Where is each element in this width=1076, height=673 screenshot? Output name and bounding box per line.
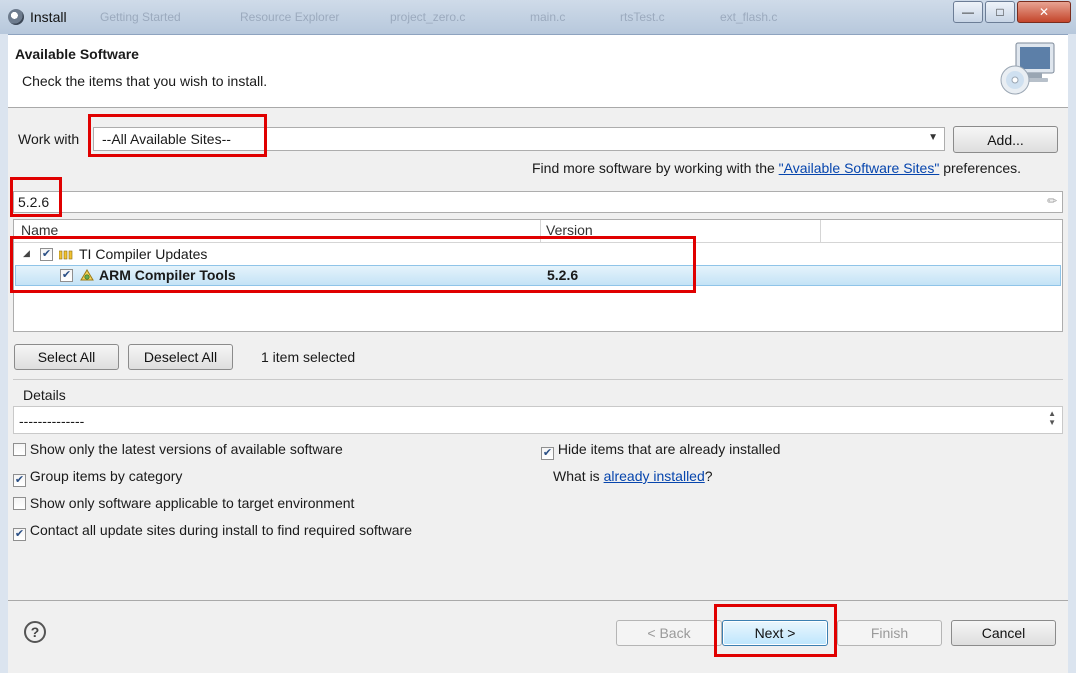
scroll-spinner-icon[interactable]: ▲ ▼ bbox=[1048, 409, 1056, 427]
table-row[interactable]: ◢ ✔ TI Compiler Updates bbox=[14, 244, 1060, 265]
details-divider bbox=[13, 379, 1063, 380]
row-version: 5.2.6 bbox=[547, 267, 579, 283]
what-is-prefix: What is bbox=[553, 468, 604, 484]
work-with-value: --All Available Sites-- bbox=[102, 131, 231, 147]
row-name: ARM Compiler Tools bbox=[99, 267, 236, 283]
background-tab: Resource Explorer bbox=[240, 10, 340, 24]
software-tree-table[interactable]: Name Version ◢ ✔ TI Compiler Updates ✔ A… bbox=[13, 219, 1063, 332]
install-cd-monitor-icon bbox=[1000, 42, 1055, 95]
available-software-sites-link[interactable]: "Available Software Sites" bbox=[779, 160, 940, 176]
minimize-button[interactable]: — bbox=[953, 1, 983, 23]
group-by-category-option[interactable]: ✔ Group items by category bbox=[13, 468, 182, 487]
target-env-label: Show only software applicable to target … bbox=[29, 495, 355, 511]
add-site-button[interactable]: Add... bbox=[953, 126, 1058, 153]
group-by-category-checkbox[interactable]: ✔ bbox=[13, 474, 26, 487]
dialog-header: Available Software Check the items that … bbox=[8, 35, 1068, 108]
contact-sites-checkbox[interactable]: ✔ bbox=[13, 528, 26, 541]
details-label: Details bbox=[23, 387, 66, 403]
column-header-version[interactable]: Version bbox=[546, 222, 593, 238]
page-description: Check the items that you wish to install… bbox=[22, 73, 268, 89]
hide-installed-checkbox[interactable]: ✔ bbox=[541, 447, 554, 460]
finish-button[interactable]: Finish bbox=[837, 620, 942, 646]
hide-installed-label: Hide items that are already installed bbox=[557, 441, 781, 457]
row-checkbox[interactable]: ✔ bbox=[60, 269, 73, 282]
feature-icon bbox=[80, 269, 94, 281]
what-is-suffix: ? bbox=[704, 468, 713, 484]
contact-sites-option[interactable]: ✔ Contact all update sites during instal… bbox=[13, 522, 412, 541]
what-is-installed-text: What is already installed? bbox=[553, 468, 713, 484]
work-with-combo[interactable]: --All Available Sites-- ▼ bbox=[93, 127, 945, 151]
show-latest-checkbox[interactable] bbox=[13, 443, 26, 456]
find-more-prefix: Find more software by working with the bbox=[532, 160, 779, 176]
select-all-button[interactable]: Select All bbox=[14, 344, 119, 370]
work-with-label: Work with bbox=[18, 131, 80, 147]
show-latest-option[interactable]: Show only the latest versions of availab… bbox=[13, 441, 343, 457]
table-row[interactable]: ✔ ARM Compiler Tools 5.2.6 bbox=[15, 265, 1061, 286]
maximize-button[interactable]: □ bbox=[985, 1, 1015, 23]
eclipse-app-icon bbox=[8, 9, 24, 25]
column-divider[interactable] bbox=[820, 220, 821, 242]
background-tab: ext_flash.c bbox=[720, 10, 778, 24]
row-checkbox[interactable]: ✔ bbox=[40, 248, 53, 261]
column-divider[interactable] bbox=[540, 220, 541, 242]
close-button[interactable]: ✕ bbox=[1017, 1, 1071, 23]
target-env-checkbox[interactable] bbox=[13, 497, 26, 510]
background-tab: Getting Started bbox=[100, 10, 181, 24]
page-title: Available Software bbox=[15, 46, 139, 62]
details-text-area[interactable]: -------------- ▲ ▼ bbox=[13, 406, 1063, 434]
show-latest-label: Show only the latest versions of availab… bbox=[29, 441, 343, 457]
column-header-name[interactable]: Name bbox=[21, 222, 58, 238]
footer-divider bbox=[8, 600, 1068, 601]
category-icon bbox=[59, 250, 73, 260]
background-tab: main.c bbox=[530, 10, 566, 24]
deselect-all-button[interactable]: Deselect All bbox=[128, 344, 233, 370]
find-more-text: Find more software by working with the "… bbox=[532, 160, 1021, 176]
chevron-down-icon[interactable]: ▼ bbox=[928, 132, 938, 143]
expand-toggle-icon[interactable]: ◢ bbox=[23, 248, 30, 259]
help-icon[interactable]: ? bbox=[24, 621, 46, 643]
group-by-category-label: Group items by category bbox=[29, 468, 183, 484]
target-env-option[interactable]: Show only software applicable to target … bbox=[13, 495, 354, 511]
background-tab: project_zero.c bbox=[390, 10, 466, 24]
find-more-suffix: preferences. bbox=[939, 160, 1022, 176]
selection-status: 1 item selected bbox=[261, 349, 356, 365]
background-tab: rtsTest.c bbox=[620, 10, 665, 24]
window-frame-left bbox=[0, 34, 8, 673]
row-name: TI Compiler Updates bbox=[79, 246, 208, 262]
window-frame-right bbox=[1068, 34, 1076, 673]
next-button[interactable]: Next > bbox=[722, 620, 828, 646]
table-header: Name Version bbox=[14, 220, 1062, 243]
filter-value: 5.2.6 bbox=[18, 194, 50, 210]
title-bar: Install Getting Started Resource Explore… bbox=[0, 0, 1076, 35]
hide-installed-option[interactable]: ✔ Hide items that are already installed bbox=[541, 441, 780, 460]
details-text: -------------- bbox=[19, 413, 85, 429]
contact-sites-label: Contact all update sites during install … bbox=[29, 522, 412, 538]
clear-filter-icon[interactable]: ✏ bbox=[1047, 194, 1057, 208]
already-installed-link[interactable]: already installed bbox=[604, 468, 705, 484]
filter-input[interactable]: 5.2.6 ✏ bbox=[13, 191, 1063, 213]
back-button[interactable]: < Back bbox=[616, 620, 722, 646]
window-title: Install bbox=[30, 9, 67, 25]
cancel-button[interactable]: Cancel bbox=[951, 620, 1056, 646]
